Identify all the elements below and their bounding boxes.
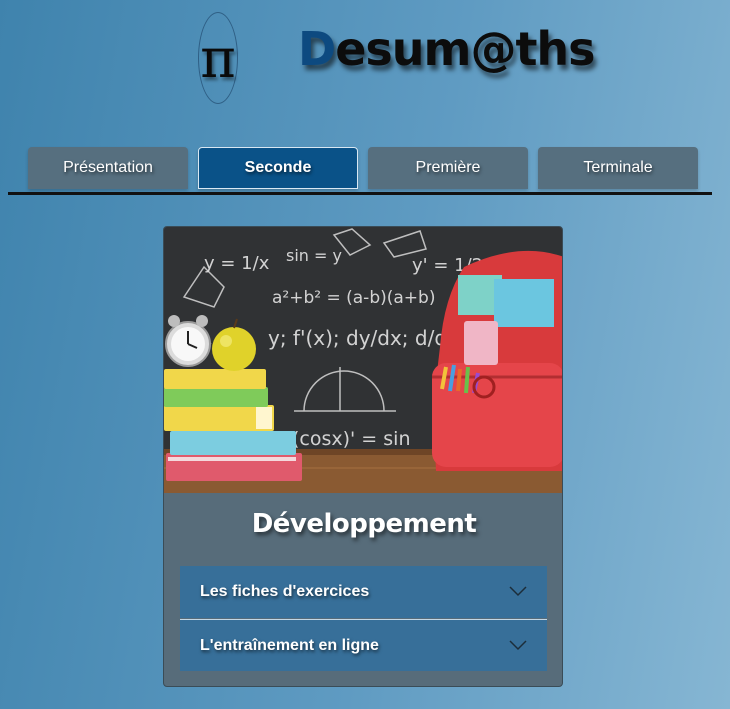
chevron-down-icon: [509, 586, 527, 597]
tab-presentation[interactable]: Présentation: [28, 147, 188, 189]
formula-f2: sin = y: [286, 246, 342, 265]
nav-divider: [8, 192, 712, 195]
main-nav: Présentation Seconde Première Terminale: [28, 147, 698, 189]
accordion-online-training[interactable]: L'entraînement en ligne: [180, 619, 547, 671]
brand-rest: esum@ths: [335, 22, 595, 76]
chalkboard-image: y = 1/x sin = y y' = 1/2√x a²+b² = (a-b)…: [164, 227, 562, 493]
formula-f4: a²+b² = (a-b)(a+b): [272, 288, 435, 308]
brand-first-letter: D: [298, 22, 336, 76]
accordion-label: Les fiches d'exercices: [200, 583, 370, 600]
tab-terminale[interactable]: Terminale: [538, 147, 698, 189]
formula-f6: (cosx)' = sin: [292, 428, 410, 450]
chevron-down-icon: [509, 640, 527, 651]
tab-premiere[interactable]: Première: [368, 147, 528, 189]
pi-symbol-icon: π: [200, 26, 236, 90]
card-title: Développement: [251, 509, 477, 539]
tab-seconde[interactable]: Seconde: [198, 147, 358, 189]
accordion-label: L'entraînement en ligne: [200, 636, 379, 654]
accordion-exercise-sheets[interactable]: Les fiches d'exercices: [180, 566, 547, 618]
formula-f5: y; f'(x); dy/dx; d/dx: [268, 326, 459, 350]
logo-pi: π: [198, 12, 238, 104]
development-card: y = 1/x sin = y y' = 1/2√x a²+b² = (a-b)…: [163, 226, 563, 687]
formula-f1: y = 1/x: [204, 253, 270, 274]
brand-title: Desum@ths: [298, 22, 596, 82]
